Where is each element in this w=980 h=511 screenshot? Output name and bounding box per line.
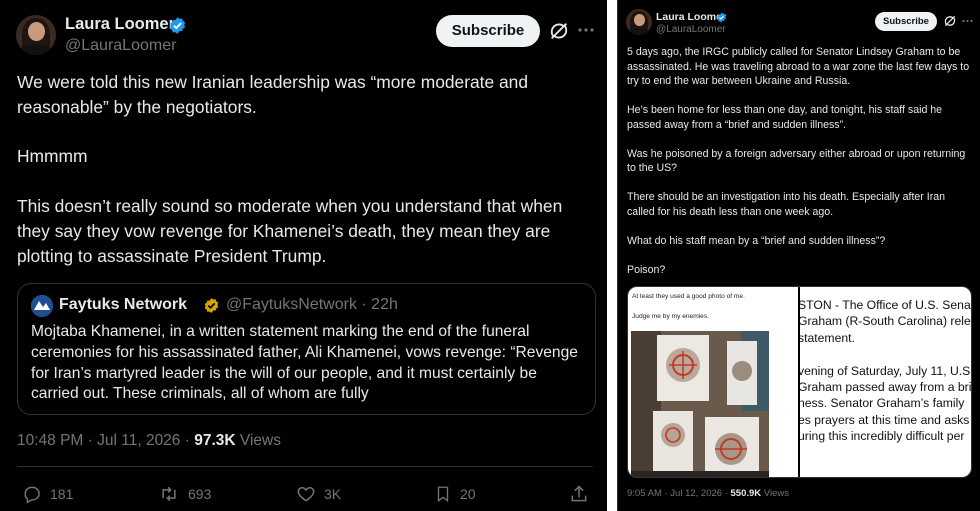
quoted-author-name[interactable]: Faytuks Network [59, 296, 187, 314]
left-post: Laura Loomer @LauraLoomer Subscribe We w… [0, 0, 607, 511]
reply-button[interactable]: 181 [22, 484, 73, 504]
bookmark-button[interactable]: 20 [434, 484, 476, 504]
reply-icon [24, 486, 40, 504]
author-handle[interactable]: @LauraLoomer [656, 24, 726, 35]
repost-button[interactable]: 693 [158, 484, 211, 504]
reply-count: 181 [50, 486, 74, 502]
divider [17, 466, 593, 467]
like-button[interactable]: 3K [296, 484, 341, 504]
views-count[interactable]: 550.9K [731, 488, 762, 499]
media-image-statement[interactable]: STON - The Office of U.S. Senat Graham (… [799, 287, 972, 477]
more-options-icon[interactable] [578, 27, 594, 33]
views-label: Views [239, 432, 281, 449]
post-timestamp-row: 10:48 PM · Jul 11, 2026 · 97.3K Views [17, 432, 281, 450]
repost-count: 693 [188, 486, 212, 502]
media-image-protest[interactable]: At least they used a good photo of me. J… [628, 287, 798, 477]
share-icon [571, 485, 587, 502]
bookmark-icon [437, 486, 449, 503]
author-name[interactable]: Laura Loomer [65, 15, 175, 34]
heart-icon [297, 486, 315, 502]
verified-badge-icon [169, 17, 186, 34]
author-avatar[interactable] [16, 15, 56, 55]
quoted-text: Mojtaba Khamenei, in a written statement… [31, 323, 578, 403]
right-post: Laura Loomer @LauraLoomer Subscribe 5 da… [617, 0, 980, 511]
grok-icon[interactable] [943, 14, 957, 28]
grok-icon[interactable] [548, 20, 570, 42]
faytuks-logo-icon [31, 295, 53, 317]
quoted-handle[interactable]: @FaytuksNetwork · 22h [208, 296, 398, 314]
post-timestamp[interactable]: 9:05 AM · Jul 12, 2026 · [627, 488, 728, 499]
repost-icon [162, 486, 176, 502]
bookmark-count: 20 [460, 486, 476, 502]
post-body: We were told this new Iranian leadership… [17, 72, 563, 266]
post-timestamp[interactable]: 10:48 PM · Jul 11, 2026 · [17, 432, 190, 449]
views-label: Views [763, 488, 789, 499]
quoted-age: · 22h [361, 296, 398, 313]
quoted-post[interactable]: Faytuks Network @FaytuksNetwork · 22h Mo… [17, 283, 596, 415]
subscribe-button[interactable]: Subscribe [875, 12, 937, 31]
post-body: 5 days ago, the IRGC publicly called for… [627, 46, 970, 276]
more-options-icon[interactable] [962, 19, 973, 23]
views-count[interactable]: 97.3K [194, 432, 235, 449]
media-statement-text: STON - The Office of U.S. Senat Graham (… [799, 298, 972, 444]
media-caption-2: Judge me by my enemies. [632, 313, 709, 320]
protest-photo [631, 331, 769, 477]
subscribe-button[interactable]: Subscribe [436, 15, 540, 47]
like-count: 3K [324, 486, 342, 502]
quoted-handle-text: @FaytuksNetwork [226, 296, 357, 313]
verified-badge-icon [717, 12, 726, 23]
media-caption-1: At least they used a good photo of me. [632, 293, 745, 300]
post-timestamp-row: 9:05 AM · Jul 12, 2026 · 550.9K Views [627, 488, 789, 499]
author-handle[interactable]: @LauraLoomer [65, 37, 176, 55]
share-button[interactable] [569, 484, 589, 504]
author-avatar[interactable] [626, 9, 652, 35]
post-media[interactable]: At least they used a good photo of me. J… [627, 286, 972, 478]
